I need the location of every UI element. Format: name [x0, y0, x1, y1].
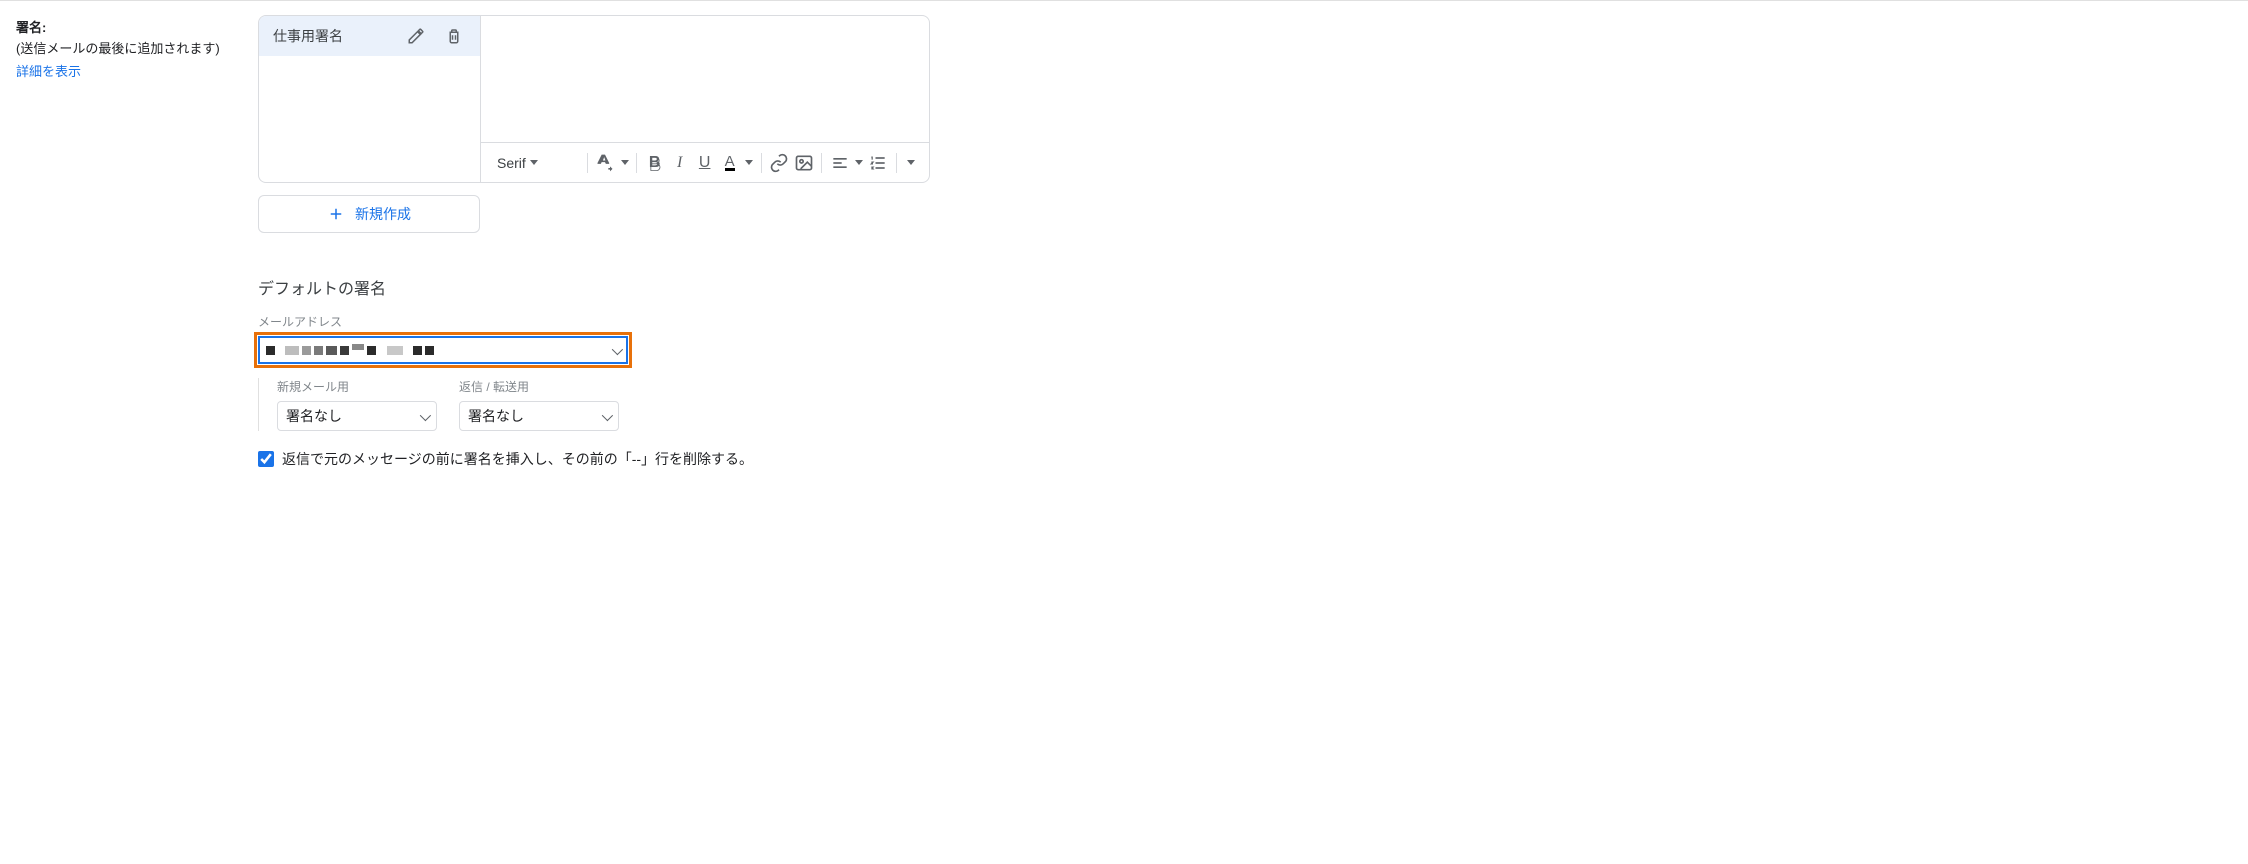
section-title: 署名: — [16, 17, 258, 36]
signature-editor: Serif B I — [480, 15, 930, 183]
text-color-dropdown[interactable] — [743, 160, 755, 165]
separator — [761, 153, 762, 173]
separator — [896, 153, 897, 173]
font-size-button[interactable] — [594, 149, 617, 177]
chevron-down-icon — [745, 160, 753, 165]
numbered-list-icon — [868, 153, 888, 173]
select-value: 署名なし — [286, 406, 342, 426]
signature-textarea[interactable] — [481, 16, 929, 142]
separator — [821, 153, 822, 173]
select-value: 署名なし — [468, 406, 524, 426]
chevron-down-icon — [855, 160, 863, 165]
font-family-value: Serif — [497, 155, 526, 171]
checkbox-label: 返信で元のメッセージの前に署名を挿入し、その前の「--」行を削除する。 — [282, 449, 753, 469]
italic-button[interactable]: I — [668, 149, 691, 177]
reply-signature-label: 返信 / 転送用 — [459, 378, 619, 395]
align-dropdown[interactable] — [853, 160, 865, 165]
learn-more-link[interactable]: 詳細を表示 — [16, 61, 81, 80]
separator — [636, 153, 637, 173]
insert-image-button[interactable] — [792, 149, 815, 177]
trash-icon — [445, 27, 463, 45]
redacted-email-value — [266, 344, 434, 356]
font-family-select[interactable]: Serif — [491, 151, 581, 175]
insert-link-button[interactable] — [767, 149, 790, 177]
align-button[interactable] — [828, 149, 851, 177]
delete-signature-button[interactable] — [438, 20, 470, 52]
signature-list: 仕事用署名 — [258, 15, 480, 183]
text-color-button[interactable]: A — [718, 149, 741, 177]
chevron-down-icon — [602, 408, 610, 424]
new-mail-signature-select[interactable]: 署名なし — [277, 401, 437, 431]
signature-list-item[interactable]: 仕事用署名 — [259, 16, 480, 56]
formatting-toolbar: Serif B I — [481, 142, 929, 182]
signature-name: 仕事用署名 — [273, 26, 394, 46]
reply-signature-select[interactable]: 署名なし — [459, 401, 619, 431]
signature-section-label: 署名: (送信メールの最後に追加されます) 詳細を表示 — [16, 15, 258, 469]
text-size-icon — [595, 153, 615, 173]
italic-icon: I — [677, 154, 682, 172]
bold-button[interactable]: B — [643, 149, 666, 177]
more-formatting-dropdown[interactable] — [903, 160, 919, 165]
list-button[interactable] — [867, 149, 890, 177]
link-icon — [769, 153, 789, 173]
section-subtitle: (送信メールの最後に追加されます) — [16, 38, 258, 57]
email-address-select[interactable] — [258, 336, 628, 364]
create-new-signature-button[interactable]: 新規作成 — [258, 195, 480, 233]
chevron-down-icon — [621, 160, 629, 165]
align-icon — [830, 153, 850, 173]
edit-signature-button[interactable] — [400, 20, 432, 52]
insert-before-quoted-checkbox-row[interactable]: 返信で元のメッセージの前に署名を挿入し、その前の「--」行を削除する。 — [258, 449, 2248, 469]
email-address-label: メールアドレス — [258, 313, 2248, 330]
font-size-dropdown[interactable] — [619, 160, 631, 165]
underline-button[interactable]: U — [693, 149, 716, 177]
insert-before-quoted-checkbox[interactable] — [258, 451, 274, 467]
separator — [587, 153, 588, 173]
defaults-heading: デフォルトの署名 — [258, 275, 2248, 299]
pencil-icon — [407, 27, 425, 45]
chevron-down-icon — [907, 160, 915, 165]
create-button-label: 新規作成 — [355, 204, 411, 224]
image-icon — [794, 153, 814, 173]
plus-icon — [327, 205, 345, 223]
text-color-icon: A — [725, 155, 735, 171]
chevron-down-icon — [420, 408, 428, 424]
chevron-down-icon — [612, 343, 620, 358]
new-mail-signature-label: 新規メール用 — [277, 378, 437, 395]
underline-icon: U — [699, 154, 711, 172]
chevron-down-icon — [530, 160, 538, 165]
